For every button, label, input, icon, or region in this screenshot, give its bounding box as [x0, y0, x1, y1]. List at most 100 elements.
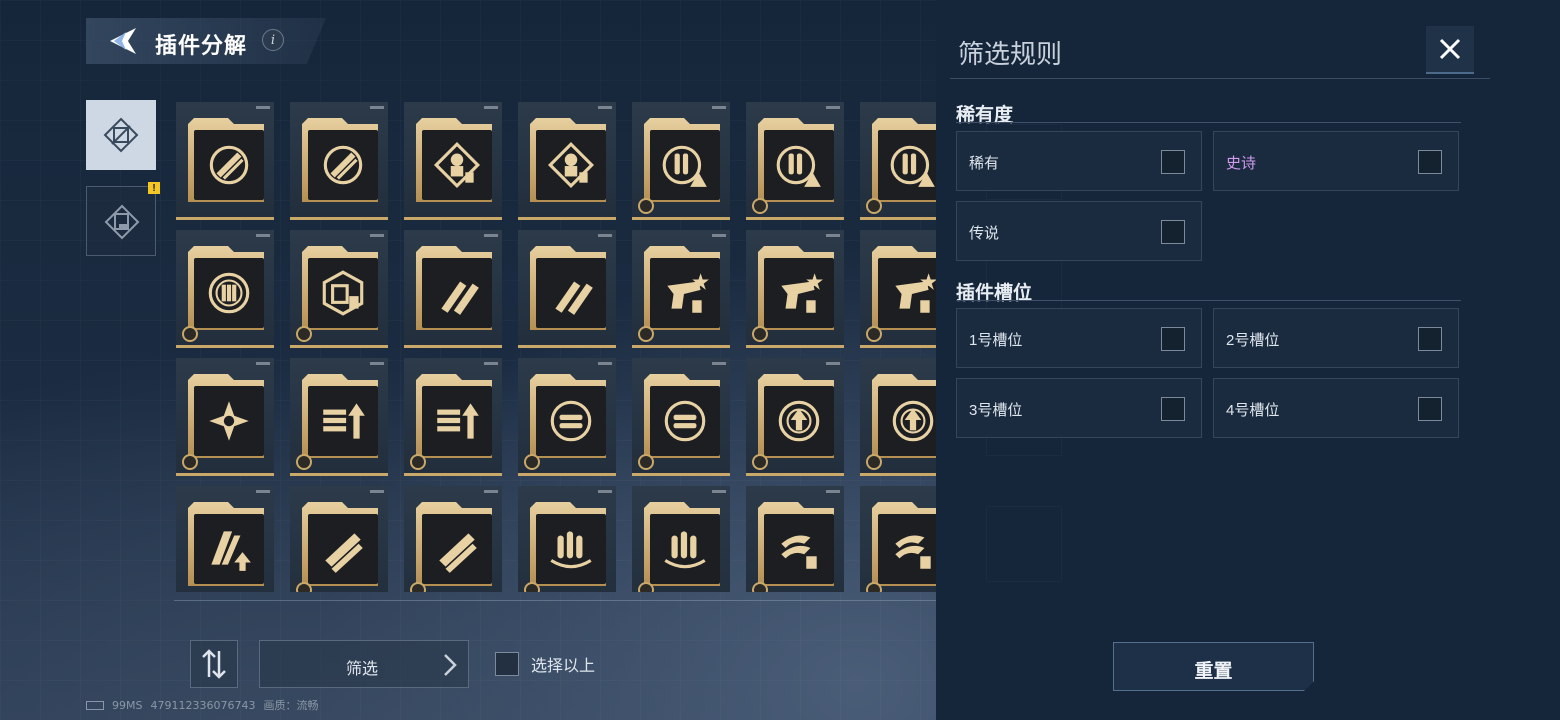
slot-checkbox-4[interactable]	[1418, 397, 1442, 421]
user-id: 479112336076743	[150, 698, 256, 712]
plugin-card[interactable]	[746, 358, 844, 476]
plugin-card[interactable]	[860, 358, 940, 476]
corner-tag	[256, 234, 270, 237]
plugin-card[interactable]	[176, 102, 274, 220]
alert-badge: !	[148, 182, 160, 194]
plugin-icon-frame	[536, 258, 606, 328]
rank-badge-icon	[524, 582, 540, 592]
twin-rockets-icon	[325, 533, 363, 573]
rank-badge-icon	[638, 198, 654, 214]
plugin-card[interactable]	[404, 102, 502, 220]
corner-tag	[256, 106, 270, 109]
plugin-card[interactable]	[632, 486, 730, 592]
select-above-checkbox[interactable]	[495, 652, 519, 676]
target-up-icon	[778, 400, 820, 442]
plugin-icon-frame	[308, 258, 378, 328]
slot-option-4[interactable]: 4号槽位	[1213, 378, 1459, 438]
sort-button[interactable]	[190, 640, 238, 688]
plugin-card[interactable]	[632, 358, 730, 476]
rarity-checkbox-legendary[interactable]	[1161, 220, 1185, 244]
plugin-icon-frame	[536, 514, 606, 584]
plugin-card[interactable]	[860, 102, 940, 220]
plugin-card[interactable]	[290, 230, 388, 348]
plugin-card[interactable]	[404, 358, 502, 476]
category-tab-core[interactable]	[86, 100, 156, 170]
rarity-checkbox-epic[interactable]	[1418, 150, 1442, 174]
pistol-star-icon	[667, 273, 709, 313]
slot-option-2[interactable]: 2号槽位	[1213, 308, 1459, 368]
slot-option-3[interactable]: 3号槽位	[956, 378, 1202, 438]
reset-button[interactable]: 重置	[1113, 642, 1314, 691]
rank-badge-icon	[410, 582, 426, 592]
corner-tag	[484, 490, 498, 493]
plugin-icon-frame	[764, 386, 834, 456]
close-button[interactable]	[1426, 26, 1474, 74]
plugin-icon-frame	[878, 130, 940, 200]
target-up-icon	[892, 400, 934, 442]
plugin-card[interactable]	[404, 486, 502, 592]
plugin-icon-frame	[764, 514, 834, 584]
sort-arrows-icon	[202, 649, 226, 679]
rank-badge-icon	[296, 582, 312, 592]
slot-option-1[interactable]: 1号槽位	[956, 308, 1202, 368]
plugin-card[interactable]	[176, 486, 274, 592]
corner-tag	[826, 234, 840, 237]
back-button[interactable]	[102, 24, 140, 58]
info-icon[interactable]: i	[262, 29, 284, 51]
slot-checkbox-1[interactable]	[1161, 327, 1185, 351]
reload-cycle-icon	[550, 400, 592, 442]
rarity-checkbox-rare[interactable]	[1161, 150, 1185, 174]
slot-label-2: 2号槽位	[1226, 332, 1280, 349]
twin-bullets-icon	[441, 281, 479, 315]
plugin-card[interactable]	[404, 230, 502, 348]
plugin-card[interactable]	[632, 230, 730, 348]
claw-ammo-icon	[895, 535, 931, 569]
claw-ammo-icon	[781, 535, 817, 569]
plugin-icon-frame	[194, 514, 264, 584]
corner-tag	[370, 106, 384, 109]
ammo-warning-icon	[776, 145, 821, 187]
select-above-label: 选择以上	[531, 658, 596, 675]
plugin-card[interactable]	[632, 102, 730, 220]
close-icon	[1439, 38, 1461, 60]
reset-button-label: 重置	[1194, 661, 1233, 682]
plugin-card[interactable]	[518, 102, 616, 220]
rarity-option-legendary[interactable]: 传说	[956, 201, 1202, 261]
plugin-icon-frame	[308, 514, 378, 584]
ghost-icon	[986, 506, 1062, 582]
rank-badge-icon	[752, 454, 768, 470]
plugin-card[interactable]	[290, 102, 388, 220]
plugin-card[interactable]	[290, 486, 388, 592]
plugin-card[interactable]	[518, 358, 616, 476]
missile-target-icon	[323, 145, 363, 185]
plugin-card[interactable]	[518, 486, 616, 592]
plugin-card[interactable]	[176, 230, 274, 348]
sniper-crosshair-icon	[547, 141, 595, 189]
plugin-card[interactable]	[746, 486, 844, 592]
slot-checkbox-3[interactable]	[1161, 397, 1185, 421]
plugin-card[interactable]	[860, 230, 940, 348]
plugin-card[interactable]	[860, 486, 940, 592]
rarity-option-rare[interactable]: 稀有	[956, 131, 1202, 191]
plugin-card[interactable]	[746, 230, 844, 348]
rarity-option-epic[interactable]: 史诗	[1213, 131, 1459, 191]
select-above-toggle[interactable]: 选择以上	[495, 652, 595, 676]
plugin-icon-frame	[878, 386, 940, 456]
triple-ammo-target-icon	[208, 272, 250, 314]
bullets-up-icon	[437, 403, 479, 439]
filter-button[interactable]: 筛选	[259, 640, 469, 688]
bullets-spin-icon	[664, 531, 706, 569]
plugin-icon-frame	[650, 258, 720, 328]
corner-tag	[826, 106, 840, 109]
rank-badge-icon	[752, 582, 768, 592]
rarity-label-rare: 稀有	[969, 155, 1000, 172]
plugin-card[interactable]	[518, 230, 616, 348]
category-tab-secondary[interactable]	[86, 186, 156, 256]
plugin-icon-frame	[422, 130, 492, 200]
plugin-card[interactable]	[746, 102, 844, 220]
slot-checkbox-2[interactable]	[1418, 327, 1442, 351]
rank-badge-icon	[638, 582, 654, 592]
rank-badge-icon	[638, 326, 654, 342]
plugin-card[interactable]	[176, 358, 274, 476]
plugin-card[interactable]	[290, 358, 388, 476]
